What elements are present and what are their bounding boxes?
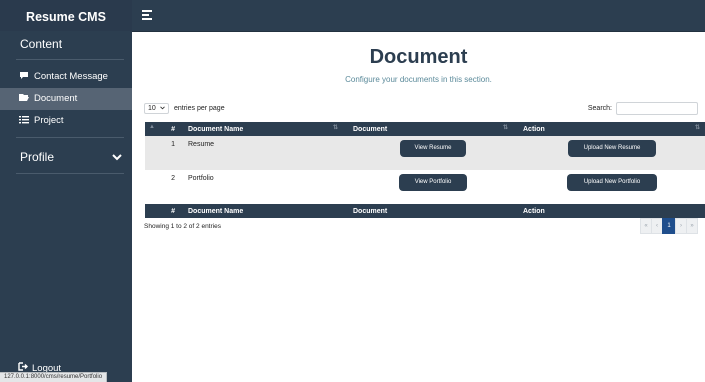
status-url: 127.0.0.1:8000/cms/resume/Portfolio	[0, 372, 108, 382]
footer-header-document-name: Document Name	[175, 204, 343, 218]
search-control: Search:	[588, 102, 698, 115]
folder-open-icon	[18, 88, 29, 110]
pagination: « ‹ 1 › »	[640, 218, 698, 234]
page-length-control: 10 entries per page	[144, 103, 225, 114]
sidebar-item-label: Contact Message	[34, 71, 108, 82]
sidebar-item-label: Project	[34, 115, 64, 126]
upload-portfolio-button[interactable]: Upload New Portfolio	[567, 174, 657, 191]
sort-icon: ⇅	[332, 125, 338, 131]
hamburger-menu-icon[interactable]	[142, 10, 152, 22]
row-number: 2	[145, 170, 175, 204]
sidebar-item-project[interactable]: Project	[0, 110, 132, 132]
header-label: Document	[353, 125, 388, 133]
column-header-num[interactable]: ▲ #	[145, 122, 175, 136]
main-content: Document Configure your documents in thi…	[132, 32, 705, 382]
column-header-document[interactable]: Document ⇅	[343, 122, 513, 136]
search-label: Search:	[587, 105, 612, 112]
row-number: 1	[145, 136, 175, 170]
sort-icon: ▲	[149, 124, 155, 130]
search-input[interactable]	[616, 102, 698, 115]
row-action-cell: Upload New Portfolio	[513, 170, 705, 204]
table-info: Showing 1 to 2 of 2 entries	[144, 223, 221, 230]
sidebar-item-document[interactable]: Document	[0, 88, 132, 110]
column-header-action[interactable]: Action ⇅	[513, 122, 705, 136]
top-bar	[132, 0, 705, 32]
sidebar-divider	[16, 137, 124, 138]
column-header-document-name[interactable]: Document Name ⇅	[175, 122, 343, 136]
row-document-name: Resume	[175, 136, 343, 170]
page-title: Document	[369, 46, 468, 68]
list-icon	[18, 110, 29, 132]
sidebar-item-contact-message[interactable]: Contact Message	[0, 66, 132, 88]
content-section-title: Content	[20, 37, 63, 51]
sort-icon: ⇅	[694, 125, 700, 131]
header-label: Action	[523, 125, 545, 133]
footer-header-document: Document	[343, 204, 513, 218]
row-action-cell: Upload New Resume	[513, 136, 705, 170]
sidebar-profile-toggle[interactable]: Profile	[0, 149, 132, 165]
entries-label: entries per page	[174, 105, 225, 112]
table-row: 1 Resume View Resume Upload New Resume	[145, 136, 705, 170]
chevron-down-icon	[112, 150, 122, 164]
brand-title[interactable]: Resume CMS	[0, 0, 132, 31]
sidebar: Resume CMS Content Contact Message Docum…	[0, 0, 132, 382]
sort-icon: ⇅	[502, 125, 508, 131]
chevron-down-icon	[160, 105, 165, 112]
comment-icon	[18, 66, 29, 88]
table-row: 2 Portfolio View Portfolio Upload New Po…	[145, 170, 705, 204]
page-subtitle: Configure your documents in this section…	[345, 75, 492, 84]
row-document-name: Portfolio	[175, 170, 343, 204]
sidebar-item-label: Document	[34, 93, 78, 104]
view-portfolio-button[interactable]: View Portfolio	[399, 174, 467, 191]
sidebar-divider	[16, 59, 124, 60]
profile-label: Profile	[20, 150, 55, 164]
row-document-cell: View Portfolio	[343, 170, 513, 204]
pagination-last-button[interactable]: »	[686, 218, 698, 234]
page-length-value: 10	[148, 105, 156, 112]
header-label: Document Name	[188, 125, 244, 133]
footer-header-action: Action	[513, 204, 705, 218]
view-resume-button[interactable]: View Resume	[400, 140, 466, 157]
pagination-page-1[interactable]: 1	[662, 218, 676, 234]
upload-resume-button[interactable]: Upload New Resume	[568, 140, 656, 157]
row-document-cell: View Resume	[343, 136, 513, 170]
footer-header-num: #	[145, 204, 175, 218]
sidebar-divider	[16, 173, 124, 174]
documents-table: ▲ # Document Name ⇅ Document ⇅ Action ⇅	[145, 122, 705, 218]
page-length-select[interactable]: 10	[144, 103, 169, 114]
